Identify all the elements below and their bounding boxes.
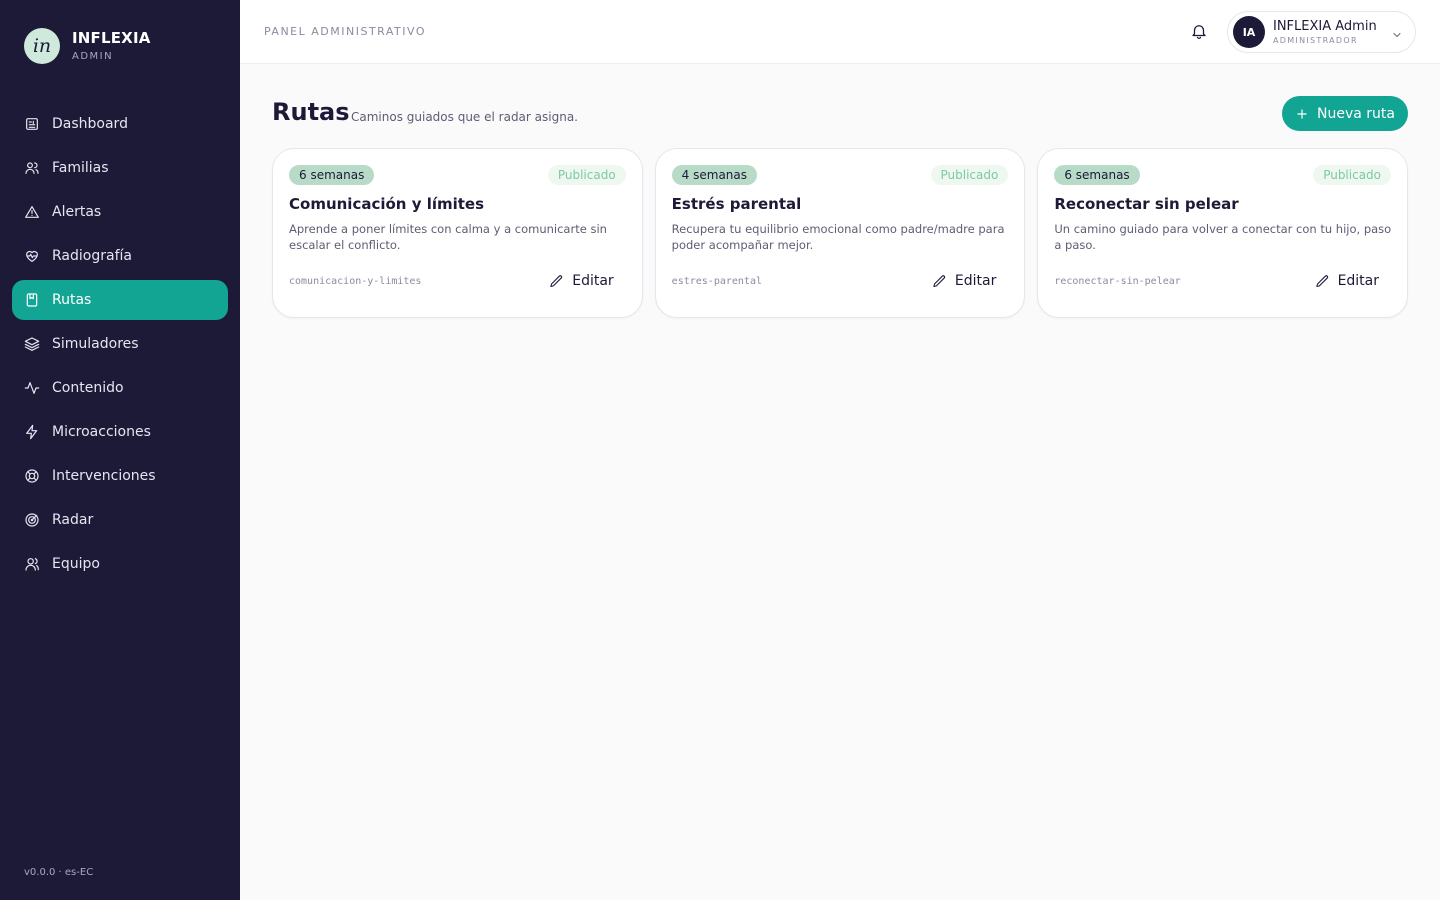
heart-pulse-icon <box>24 248 40 264</box>
route-card: 6 semanas Publicado Comunicación y límit… <box>272 148 643 318</box>
status-badge: Publicado <box>547 165 626 185</box>
pencil-icon <box>932 274 947 289</box>
edit-button[interactable]: Editar <box>1315 273 1379 289</box>
sidebar-item-contenido[interactable]: Contenido <box>12 368 228 408</box>
status-badge: Publicado <box>1313 165 1392 185</box>
user-menu[interactable]: IA INFLEXIA Admin ADMINISTRADOR <box>1227 11 1416 53</box>
edit-button[interactable]: Editar <box>549 273 614 289</box>
new-route-label: Nueva ruta <box>1317 105 1395 122</box>
user-name: INFLEXIA Admin <box>1273 18 1377 34</box>
route-slug: comunicacion-y-limites <box>289 276 422 287</box>
status-badge: Publicado <box>930 165 1009 185</box>
zap-icon <box>24 424 40 440</box>
sidebar-item-alertas[interactable]: Alertas <box>12 192 228 232</box>
activity-icon <box>24 380 40 396</box>
sidebar-nav: Dashboard Familias Alertas Radiografía R… <box>12 104 228 588</box>
sidebar-item-label: Radiografía <box>52 248 132 264</box>
sidebar-item-label: Alertas <box>52 204 102 220</box>
sidebar-item-radar[interactable]: Radar <box>12 500 228 540</box>
new-route-button[interactable]: Nueva ruta <box>1282 96 1408 131</box>
header-label: PANEL ADMINISTRATIVO <box>264 25 426 38</box>
pencil-icon <box>549 274 564 289</box>
weeks-badge: 6 semanas <box>1054 165 1140 185</box>
radar-icon <box>24 512 40 528</box>
sidebar: in INFLEXIA ADMIN Dashboard Familias Ale… <box>0 0 240 900</box>
sidebar-item-label: Contenido <box>52 380 124 396</box>
page-title: Rutas <box>272 98 350 126</box>
route-title: Comunicación y límites <box>289 195 485 213</box>
bell-icon[interactable] <box>1190 22 1208 40</box>
page-subtitle: Caminos guiados que el radar asigna. <box>351 110 578 124</box>
sidebar-item-dashboard[interactable]: Dashboard <box>12 104 228 144</box>
sidebar-item-rutas[interactable]: Rutas <box>12 280 228 320</box>
edit-label: Editar <box>954 273 997 289</box>
route-description: Aprende a poner límites con calma y a co… <box>289 222 607 252</box>
brand[interactable]: in INFLEXIA ADMIN <box>24 28 151 64</box>
sidebar-item-radiografia[interactable]: Radiografía <box>12 236 228 276</box>
sidebar-item-label: Equipo <box>52 556 100 572</box>
users-icon <box>24 160 40 176</box>
route-cards: 6 semanas Publicado Comunicación y límit… <box>272 148 1409 318</box>
sidebar-item-label: Dashboard <box>52 116 128 132</box>
sidebar-item-microacciones[interactable]: Microacciones <box>12 412 228 452</box>
weeks-badge: 4 semanas <box>671 165 758 185</box>
sidebar-item-label: Microacciones <box>52 424 151 440</box>
plus-icon <box>1295 107 1309 121</box>
route-description: Recupera tu equilibrio emocional como pa… <box>671 222 1005 252</box>
sidebar-item-intervenciones[interactable]: Intervenciones <box>12 456 228 496</box>
sidebar-item-familias[interactable]: Familias <box>12 148 228 188</box>
weeks-badge: 6 semanas <box>289 165 375 185</box>
brand-logo: in <box>24 28 60 64</box>
alert-triangle-icon <box>24 204 40 220</box>
route-slug: reconectar-sin-pelear <box>1054 276 1181 287</box>
user-role: ADMINISTRADOR <box>1273 35 1358 45</box>
edit-button[interactable]: Editar <box>932 273 996 289</box>
sidebar-item-label: Radar <box>52 512 94 528</box>
sidebar-item-label: Rutas <box>52 292 92 308</box>
edit-label: Editar <box>1337 273 1380 289</box>
route-slug: estres-parental <box>671 276 762 287</box>
version-label: v0.0.0 · es-EC <box>24 867 94 878</box>
sidebar-item-equipo[interactable]: Equipo <box>12 544 228 584</box>
layers-icon <box>24 336 40 352</box>
top-header: PANEL ADMINISTRATIVO IA INFLEXIA Admin A… <box>240 0 1440 64</box>
dashboard-icon <box>24 116 40 132</box>
pencil-icon <box>1315 274 1330 289</box>
brand-name: INFLEXIA <box>72 28 151 47</box>
route-card: 6 semanas Publicado Reconectar sin pelea… <box>1037 148 1409 318</box>
user-info: INFLEXIA Admin ADMINISTRADOR <box>1273 19 1377 46</box>
lifebuoy-icon <box>24 468 40 484</box>
sidebar-item-simuladores[interactable]: Simuladores <box>12 324 228 364</box>
brand-text: INFLEXIA ADMIN <box>72 29 151 64</box>
route-description: Un camino guiado para volver a conectar … <box>1054 222 1392 252</box>
book-icon <box>24 292 40 308</box>
chevron-down-icon <box>1391 26 1403 38</box>
brand-sub: ADMIN <box>72 50 114 62</box>
sidebar-item-label: Simuladores <box>52 336 139 352</box>
route-title: Estrés parental <box>671 195 802 213</box>
user-team-icon <box>24 556 40 572</box>
route-title: Reconectar sin pelear <box>1054 195 1239 213</box>
sidebar-item-label: Familias <box>52 160 109 176</box>
route-card: 4 semanas Publicado Estrés parental Recu… <box>654 148 1026 318</box>
edit-label: Editar <box>572 273 614 289</box>
avatar: IA <box>1233 16 1265 48</box>
sidebar-item-label: Intervenciones <box>52 468 156 484</box>
